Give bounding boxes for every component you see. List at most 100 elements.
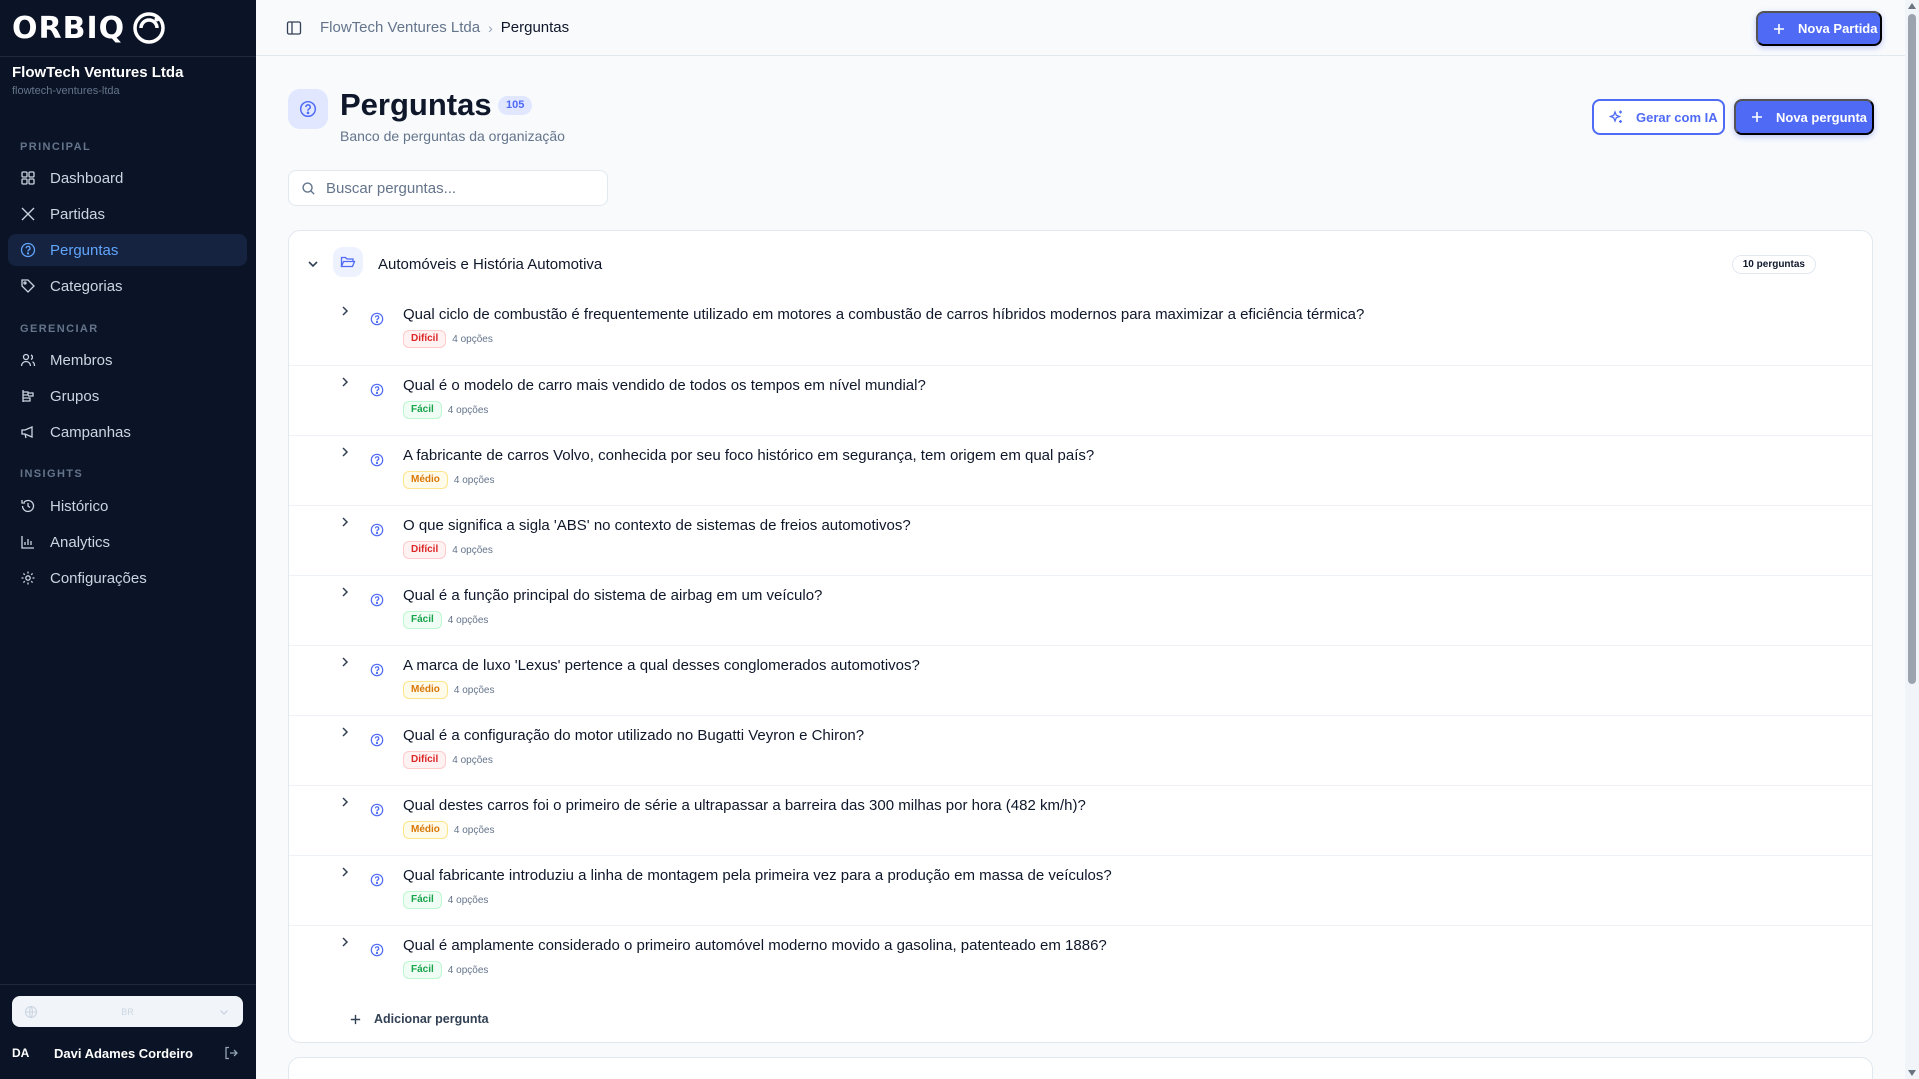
language-select[interactable]: BR [12, 996, 243, 1027]
org-name[interactable]: FlowTech Ventures Ltda [12, 64, 183, 81]
question-row[interactable]: Qual é o modelo de carro mais vendido de… [289, 365, 1872, 435]
new-match-label: Nova Partida [1798, 21, 1878, 36]
org-slug: flowtech-ventures-ltda [12, 85, 120, 97]
plus-icon [1774, 23, 1784, 34]
divider [0, 56, 256, 57]
sidebar-item-label: Configurações [50, 569, 147, 587]
question-meta: Difícil 4 opções [403, 751, 493, 769]
scrollbar[interactable] [1905, 0, 1919, 1079]
history-icon [21, 499, 35, 513]
page-title-icon [288, 89, 328, 129]
search-icon [302, 181, 315, 195]
difficulty-badge: Fácil [403, 891, 442, 909]
sidebar-toggle-icon[interactable] [286, 20, 302, 36]
question-circle-icon [370, 523, 384, 537]
sidebar-item-membros[interactable]: Membros [8, 344, 247, 376]
chevron-right-icon[interactable] [339, 726, 351, 738]
question-circle-icon [370, 873, 384, 887]
brand-logo[interactable]: ORBIQ [12, 10, 167, 46]
chevron-right-icon[interactable] [339, 866, 351, 878]
question-count-badge: 105 [498, 96, 533, 115]
divider [0, 984, 256, 985]
question-meta: Fácil 4 opções [403, 961, 488, 979]
sidebar-item-historico[interactable]: Histórico [8, 490, 247, 522]
new-question-button[interactable]: Nova pergunta [1734, 99, 1874, 135]
chevron-right-icon[interactable] [339, 446, 351, 458]
chevron-right-icon[interactable] [339, 936, 351, 948]
breadcrumb-org[interactable]: FlowTech Ventures Ltda [320, 19, 480, 36]
sidebar-item-label: Dashboard [50, 169, 124, 187]
options-count: 4 opções [447, 964, 489, 976]
gear-icon [21, 571, 35, 585]
options-count: 4 opções [447, 404, 489, 416]
chevron-right-icon[interactable] [339, 516, 351, 528]
scroll-thumb[interactable] [1908, 14, 1916, 684]
chevron-right-icon[interactable] [339, 796, 351, 808]
category-name: Automóveis e História Automotiva [378, 256, 603, 273]
scroll-up-icon[interactable] [1908, 3, 1916, 9]
question-row[interactable]: A fabricante de carros Volvo, conhecida … [289, 435, 1872, 505]
search-box[interactable] [288, 170, 608, 206]
scroll-down-icon[interactable] [1908, 1070, 1916, 1076]
logout-icon[interactable] [223, 1045, 239, 1061]
question-text: Qual é o modelo de carro mais vendido de… [403, 377, 926, 394]
question-row[interactable]: Qual é amplamente considerado o primeiro… [289, 925, 1872, 995]
chevron-right-icon[interactable] [339, 586, 351, 598]
chevron-right-icon[interactable] [339, 376, 351, 388]
question-row[interactable]: Qual fabricante introduziu a linha de mo… [289, 855, 1872, 925]
sidebar-item-campanhas[interactable]: Campanhas [8, 416, 247, 448]
question-text: Qual fabricante introduziu a linha de mo… [403, 867, 1112, 884]
nav-section-insights: INSIGHTS [20, 468, 84, 480]
difficulty-badge: Difícil [403, 541, 447, 559]
new-match-button[interactable]: Nova Partida [1756, 11, 1882, 46]
options-count: 4 opções [447, 894, 489, 906]
swords-icon [21, 207, 35, 221]
chevron-right-icon[interactable] [339, 656, 351, 668]
question-circle-icon [370, 943, 384, 957]
sidebar-item-perguntas[interactable]: Perguntas [8, 234, 247, 266]
question-row[interactable]: Qual é a função principal do sistema de … [289, 575, 1872, 645]
options-count: 4 opções [447, 614, 489, 626]
plus-icon [350, 1014, 361, 1024]
chevron-right-icon[interactable] [339, 305, 351, 317]
question-row[interactable]: Qual é a configuração do motor utilizado… [289, 715, 1872, 785]
question-row[interactable]: Qual destes carros foi o primeiro de sér… [289, 785, 1872, 855]
page-subtitle: Banco de perguntas da organização [340, 128, 565, 144]
user-name: Davi Adames Cordeiro [54, 1045, 193, 1061]
category-card: Automóveis e História Automotiva 10 perg… [288, 230, 1873, 1043]
question-meta: Difícil 4 opções [403, 541, 493, 559]
generate-ai-button[interactable]: Gerar com IA [1592, 99, 1725, 135]
sidebar-item-grupos[interactable]: Grupos [8, 380, 247, 412]
sidebar-item-analytics[interactable]: Analytics [8, 526, 247, 558]
folder-icon-wrap [333, 247, 363, 277]
add-question-button[interactable]: Adicionar pergunta [349, 1012, 489, 1026]
question-text: A fabricante de carros Volvo, conhecida … [403, 447, 1095, 464]
question-meta: Fácil 4 opções [403, 611, 488, 629]
category-count-badge: 10 perguntas [1731, 255, 1816, 274]
sidebar-item-configuracoes[interactable]: Configurações [8, 562, 247, 594]
page-title: Perguntas [340, 87, 492, 122]
chevron-down-icon[interactable] [306, 257, 320, 271]
question-row[interactable]: A marca de luxo 'Lexus' pertence a qual … [289, 645, 1872, 715]
question-text: Qual é a função principal do sistema de … [403, 587, 823, 604]
sidebar-item-categorias[interactable]: Categorias [8, 270, 247, 302]
search-input[interactable] [326, 179, 586, 197]
question-row[interactable]: O que significa a sigla 'ABS' no context… [289, 505, 1872, 575]
category-card-next [288, 1057, 1873, 1079]
category-header[interactable]: Automóveis e História Automotiva 10 perg… [289, 231, 1872, 295]
question-row[interactable]: Qual ciclo de combustão é frequentemente… [289, 295, 1872, 365]
user-profile[interactable]: DA Davi Adames Cordeiro [12, 1040, 243, 1066]
question-meta: Médio 4 opções [403, 681, 494, 699]
avatar: DA [12, 1046, 30, 1060]
groups-icon [22, 390, 34, 402]
sidebar-item-dashboard[interactable]: Dashboard [8, 162, 247, 194]
question-text: O que significa a sigla 'ABS' no context… [403, 517, 911, 534]
question-text: A marca de luxo 'Lexus' pertence a qual … [403, 657, 920, 674]
sidebar-item-label: Grupos [50, 387, 100, 405]
sidebar-item-partidas[interactable]: Partidas [8, 198, 247, 230]
question-circle-icon [370, 383, 384, 397]
question-text: Qual é a configuração do motor utilizado… [403, 727, 865, 744]
sidebar: ORBIQ FlowTech Ventures Ltda flowtech-ve… [0, 0, 256, 1079]
question-text: Qual é amplamente considerado o primeiro… [403, 937, 1107, 954]
difficulty-badge: Médio [403, 471, 448, 489]
